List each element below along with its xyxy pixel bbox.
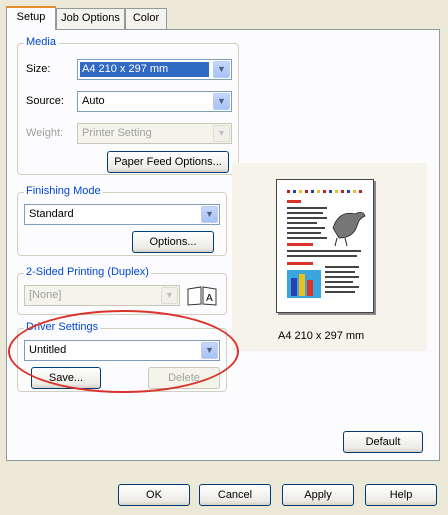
weight-value: Printer Setting [82, 127, 152, 139]
chevron-down-icon: ▼ [161, 287, 178, 304]
delete-button: Delete [148, 367, 220, 389]
chevron-down-icon[interactable]: ▼ [201, 206, 218, 223]
ok-button[interactable]: OK [118, 484, 190, 506]
chevron-down-icon[interactable]: ▼ [201, 342, 218, 359]
svg-text:A: A [206, 293, 213, 304]
tab-job-options[interactable]: Job Options [56, 8, 125, 29]
size-value: A4 210 x 297 mm [80, 62, 209, 77]
finishing-mode-group: Finishing Mode Standard ▼ Options... [17, 185, 227, 256]
duplex-legend: 2-Sided Printing (Duplex) [24, 266, 151, 278]
cancel-button[interactable]: Cancel [199, 484, 271, 506]
help-button[interactable]: Help [365, 484, 437, 506]
driver-settings-group: Driver Settings Untitled ▼ Save... Delet… [17, 321, 227, 392]
weight-label: Weight: [26, 127, 64, 139]
apply-button[interactable]: Apply [282, 484, 354, 506]
save-button[interactable]: Save... [31, 367, 101, 389]
driver-legend: Driver Settings [24, 321, 101, 333]
page-thumbnail [276, 179, 374, 313]
finishing-options-button[interactable]: Options... [132, 231, 214, 253]
finishing-value: Standard [29, 208, 74, 220]
chevron-down-icon[interactable]: ▼ [213, 61, 230, 78]
driver-value: Untitled [29, 344, 67, 356]
default-button[interactable]: Default [343, 431, 423, 453]
duplex-value: [None] [29, 289, 62, 301]
page-preview: A4 210 x 297 mm [232, 163, 427, 351]
driver-settings-select[interactable]: Untitled ▼ [24, 340, 220, 361]
finishing-mode-select[interactable]: Standard ▼ [24, 204, 220, 225]
finishing-legend: Finishing Mode [24, 185, 103, 197]
size-label: Size: [26, 63, 51, 75]
preview-caption: A4 210 x 297 mm [278, 330, 365, 342]
media-group: Media Size: A4 210 x 297 mm ▼ Source: Au… [17, 36, 239, 175]
tab-color[interactable]: Color [125, 8, 167, 29]
tab-setup[interactable]: Setup [6, 6, 56, 30]
preview-content-image [287, 190, 366, 298]
paper-feed-options-button[interactable]: Paper Feed Options... [107, 151, 229, 173]
media-legend: Media [24, 36, 58, 48]
weight-select: Printer Setting ▼ [77, 123, 232, 144]
chevron-down-icon: ▼ [213, 125, 230, 142]
book-icon: A [187, 286, 217, 306]
duplex-select: [None] ▼ [24, 285, 180, 306]
size-select[interactable]: A4 210 x 297 mm ▼ [77, 59, 232, 80]
source-select[interactable]: Auto ▼ [77, 91, 232, 112]
duplex-group: 2-Sided Printing (Duplex) [None] ▼ A [17, 266, 227, 315]
source-value: Auto [82, 95, 105, 107]
chevron-down-icon[interactable]: ▼ [213, 93, 230, 110]
source-label: Source: [26, 95, 64, 107]
